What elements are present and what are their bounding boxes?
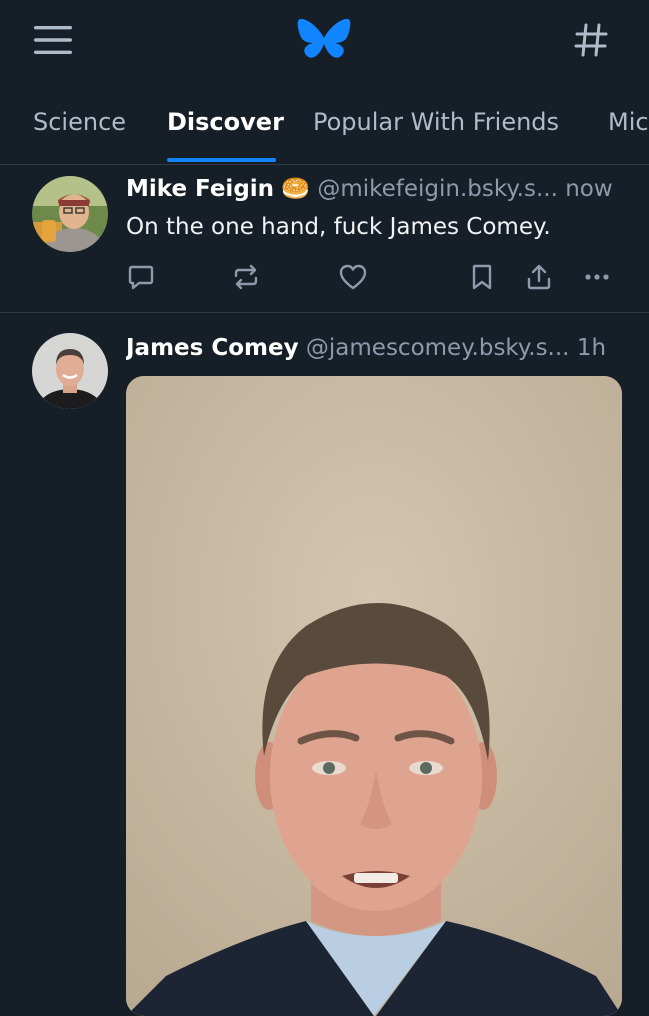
share-icon[interactable] <box>519 257 559 297</box>
video-player[interactable] <box>126 376 622 1016</box>
like-icon[interactable] <box>333 257 373 297</box>
author-name[interactable]: Mike Feigin <box>126 176 274 202</box>
post-header: Mike Feigin 🥯 @mikefeigin.bsky.s... now <box>126 175 636 202</box>
bookmark-icon[interactable] <box>462 257 502 297</box>
avatar[interactable] <box>32 176 108 252</box>
post-time[interactable]: 1h <box>577 335 606 361</box>
active-tab-indicator <box>167 158 276 162</box>
feed-tabs: Science Discover Popular With Friends Mi… <box>0 84 649 165</box>
reply-icon[interactable] <box>121 257 161 297</box>
post-actions <box>0 257 649 297</box>
more-icon[interactable] <box>577 257 617 297</box>
author-handle[interactable]: @mikefeigin.bsky.s... <box>317 176 558 202</box>
bagel-emoji: 🥯 <box>281 176 310 202</box>
post-time[interactable]: now <box>565 176 612 202</box>
author-handle[interactable]: @jamescomey.bsky.s... <box>306 335 570 361</box>
tab-discover[interactable]: Discover <box>167 108 284 136</box>
tab-popular-with-friends[interactable]: Popular With Friends <box>313 108 559 136</box>
post-text: On the one hand, fuck James Comey. <box>126 214 551 240</box>
hamburger-menu-icon[interactable] <box>28 18 78 62</box>
tab-science[interactable]: Science <box>33 108 126 136</box>
post-header: James Comey @jamescomey.bsky.s... 1h <box>126 335 636 361</box>
tab-mic[interactable]: Mic <box>608 108 649 136</box>
feed-post[interactable]: James Comey @jamescomey.bsky.s... 1h <box>0 313 649 1016</box>
repost-icon[interactable] <box>226 257 266 297</box>
author-name[interactable]: James Comey <box>126 335 299 361</box>
feed-post[interactable]: Mike Feigin 🥯 @mikefeigin.bsky.s... now … <box>0 165 649 313</box>
top-bar <box>0 0 649 84</box>
butterfly-logo-icon[interactable] <box>294 14 354 66</box>
hashtag-icon[interactable] <box>566 18 616 62</box>
avatar[interactable] <box>32 333 108 409</box>
